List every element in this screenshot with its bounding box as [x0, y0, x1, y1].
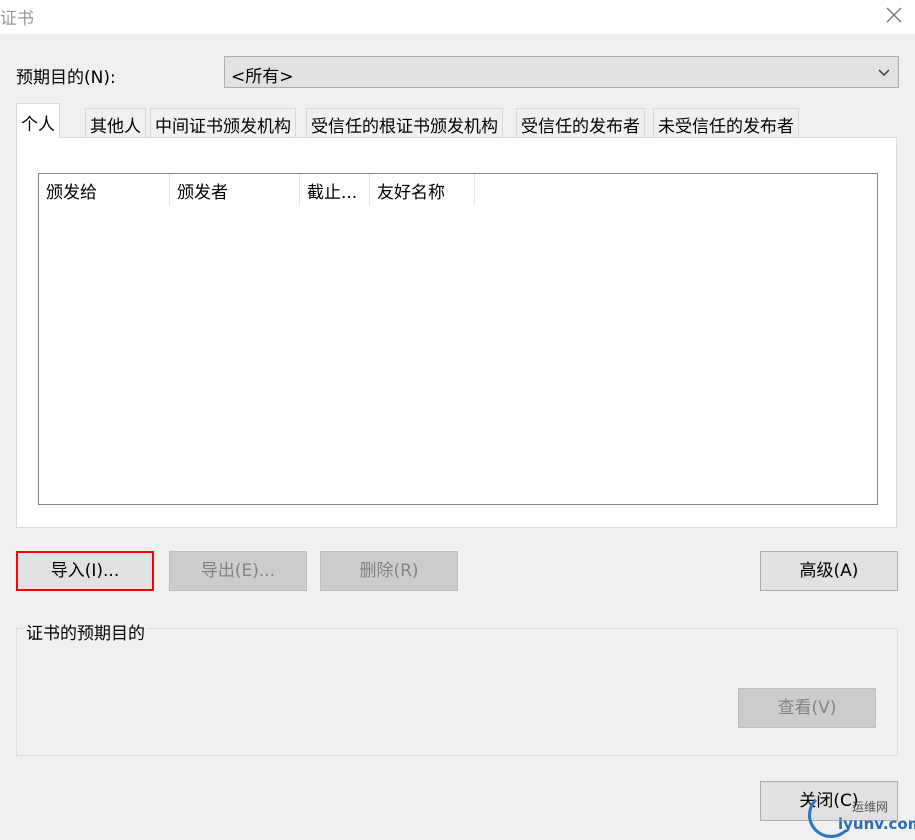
column-header-friendly-name[interactable]: 友好名称 [370, 174, 475, 206]
delete-button[interactable]: 删除(R) [320, 551, 458, 591]
tab-panel: 颁发给 颁发者 截止... 友好名称 [16, 137, 897, 528]
tab-trusted-publishers[interactable]: 受信任的发布者 [516, 108, 645, 138]
intended-purposes-group-title: 证书的预期目的 [24, 619, 147, 644]
close-icon[interactable] [884, 5, 904, 25]
tab-other-people[interactable]: 其他人 [85, 108, 146, 138]
tab-personal[interactable]: 个人 [16, 103, 60, 138]
purpose-select[interactable]: <所有> [224, 56, 899, 88]
purpose-label: 预期目的(N): [16, 68, 116, 88]
chevron-down-icon [877, 65, 891, 79]
column-header-issued-by[interactable]: 颁发者 [170, 174, 300, 206]
watermark-url: iyunv.com [838, 815, 915, 833]
column-header-issued-to[interactable]: 颁发给 [39, 174, 170, 206]
view-button[interactable]: 查看(V) [738, 688, 876, 728]
window-title: 证书 [0, 9, 34, 29]
advanced-button[interactable]: 高级(A) [760, 551, 898, 591]
export-button[interactable]: 导出(E)... [169, 551, 307, 591]
tab-intermediate-ca[interactable]: 中间证书颁发机构 [150, 108, 296, 138]
column-header-expiration[interactable]: 截止... [300, 174, 370, 206]
certificate-list[interactable]: 颁发给 颁发者 截止... 友好名称 [38, 173, 878, 505]
purpose-select-value: <所有> [231, 67, 294, 87]
watermark-text: 运维网 [852, 800, 889, 814]
tab-untrusted-publishers[interactable]: 未受信任的发布者 [653, 108, 799, 138]
title-bar [0, 0, 915, 34]
tab-trusted-root-ca[interactable]: 受信任的根证书颁发机构 [306, 108, 503, 138]
import-button[interactable]: 导入(I)... [16, 551, 154, 591]
